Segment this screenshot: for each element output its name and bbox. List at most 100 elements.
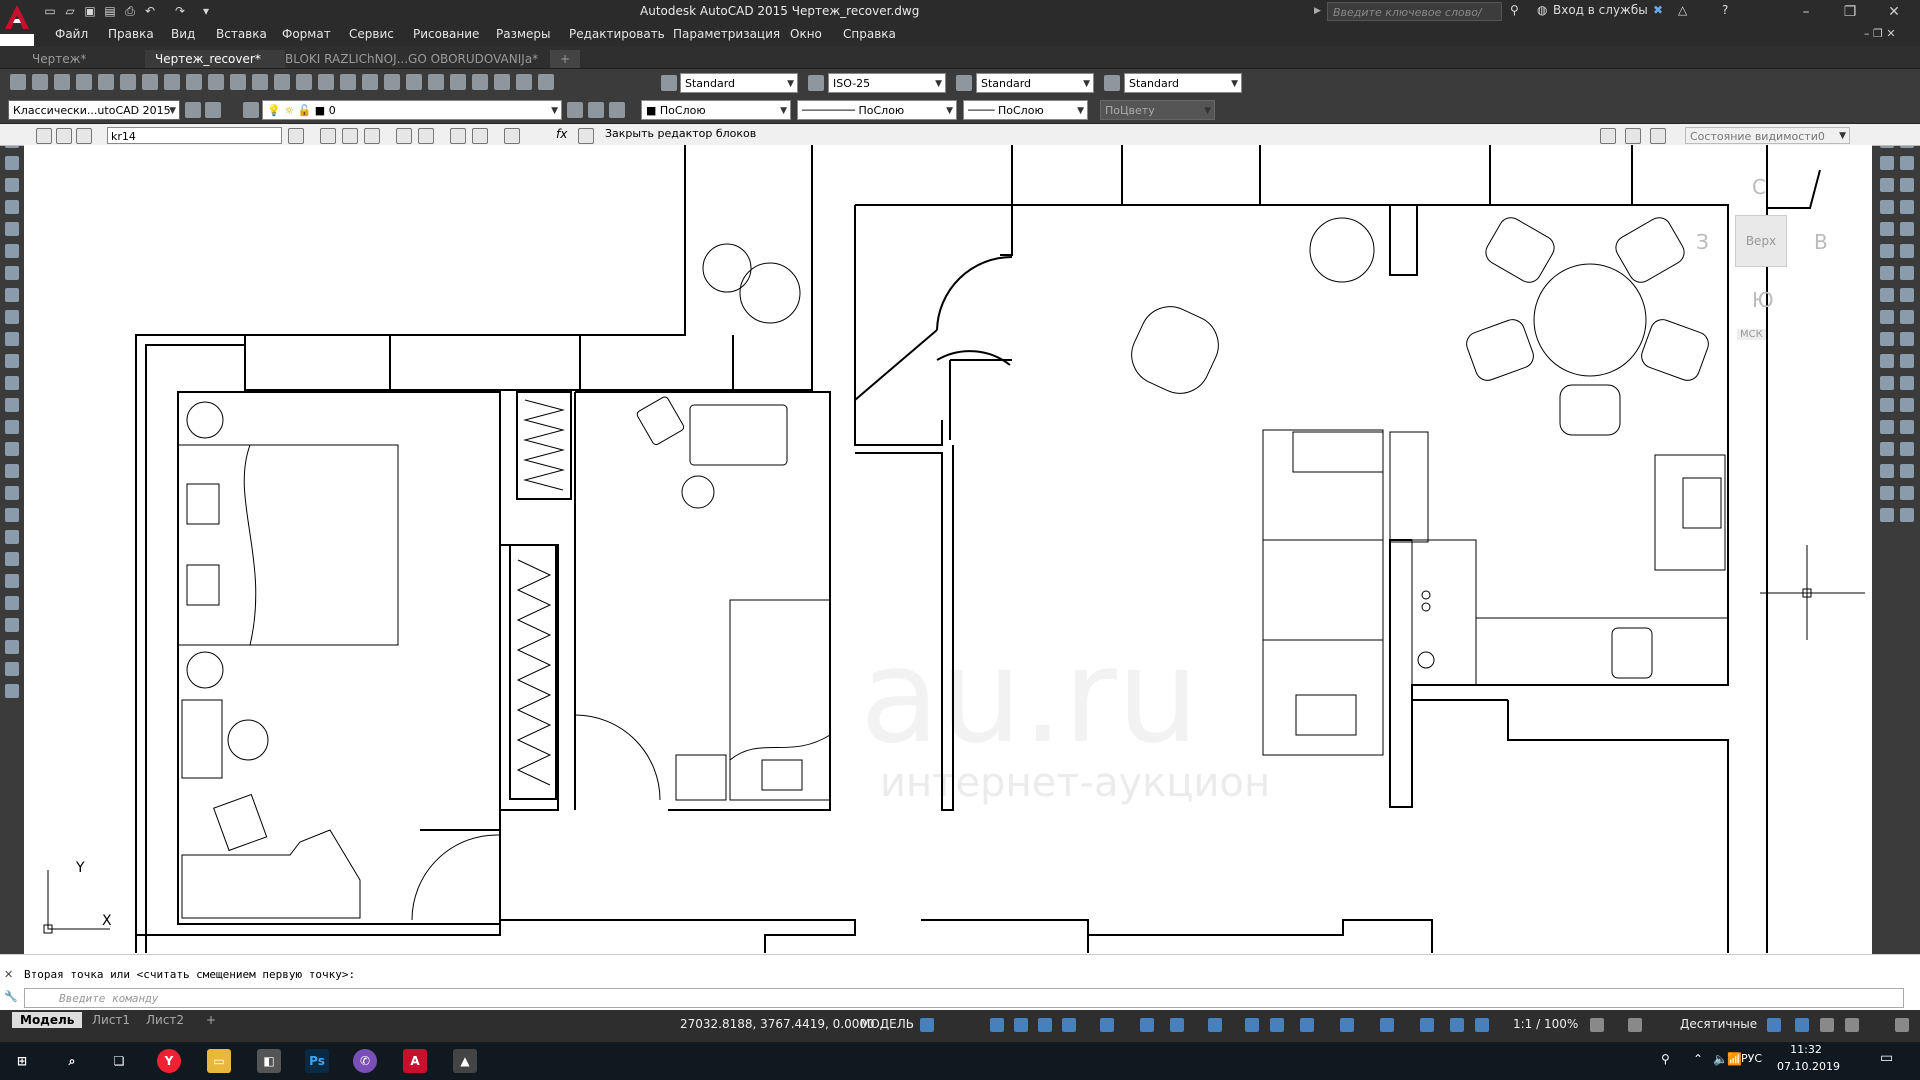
- menu-format[interactable]: Формат: [282, 27, 331, 41]
- drawing-canvas[interactable]: Y X С З В Ю Верх МСК au.ru интернет-аукц…: [24, 145, 1872, 953]
- blockedit-icon[interactable]: [252, 74, 268, 90]
- doc-window-controls[interactable]: – ❐ ✕: [1864, 27, 1896, 40]
- menu-draw[interactable]: Рисование: [413, 27, 479, 41]
- open-icon[interactable]: [32, 74, 48, 90]
- function-icon[interactable]: fx: [556, 127, 567, 141]
- autocad-taskbar-icon[interactable]: A: [403, 1049, 427, 1073]
- modify-tool-icon[interactable]: [1900, 222, 1914, 236]
- linetype-select[interactable]: ──────── ПоСлою ▼: [797, 100, 957, 120]
- workspace-select[interactable]: Классически...utoCAD 2015 ▼: [8, 100, 180, 120]
- print-icon[interactable]: [76, 74, 92, 90]
- redo-icon[interactable]: [296, 74, 312, 90]
- modify-tool-icon[interactable]: [1880, 376, 1894, 390]
- network-icon[interactable]: 📶: [1727, 1052, 1742, 1066]
- modify-tool-icon[interactable]: [1900, 266, 1914, 280]
- make-visible-icon[interactable]: [1625, 128, 1641, 144]
- autocad-logo-icon[interactable]: [0, 0, 34, 34]
- draw-tool-icon[interactable]: [5, 596, 19, 610]
- undo-icon[interactable]: [274, 74, 290, 90]
- customization-icon[interactable]: [1895, 1018, 1909, 1032]
- modify-tool-icon[interactable]: [1900, 178, 1914, 192]
- layer-manager-icon[interactable]: [243, 102, 259, 118]
- draw-tool-icon[interactable]: [5, 222, 19, 236]
- draw-tool-icon[interactable]: [5, 156, 19, 170]
- zoom-realtime-icon[interactable]: [340, 74, 356, 90]
- workspace-gear-icon[interactable]: [1590, 1018, 1604, 1032]
- layer-state-icon[interactable]: [609, 102, 625, 118]
- minimize-button[interactable]: –: [1784, 0, 1828, 24]
- modify-tool-icon[interactable]: [1900, 420, 1914, 434]
- tab-drawing-recover[interactable]: Чертеж_recover* ✕: [145, 50, 285, 84]
- modify-tool-icon[interactable]: [1900, 288, 1914, 302]
- modify-tool-icon[interactable]: [1880, 310, 1894, 324]
- tab-drawing[interactable]: Чертеж*: [22, 50, 96, 68]
- pan-icon[interactable]: [318, 74, 334, 90]
- draw-tool-icon[interactable]: [5, 244, 19, 258]
- modify-tool-icon[interactable]: [1900, 442, 1914, 456]
- layer-select[interactable]: 💡 ☼ 🔓 ■ 0 ▼: [262, 100, 562, 120]
- copy-icon[interactable]: [186, 74, 202, 90]
- tab-model[interactable]: Модель: [12, 1012, 83, 1028]
- modify-tool-icon[interactable]: [1880, 398, 1894, 412]
- new-file-icon[interactable]: ▭: [42, 3, 58, 19]
- new-icon[interactable]: [10, 74, 26, 90]
- yandex-browser-icon[interactable]: Y: [157, 1049, 181, 1073]
- search-icon[interactable]: ⌕: [60, 1049, 84, 1073]
- windows-start-icon[interactable]: ⊞: [10, 1049, 34, 1073]
- color-select[interactable]: ■ ПоСлою ▼: [641, 100, 791, 120]
- draw-tool-icon[interactable]: [5, 354, 19, 368]
- add-layout-icon[interactable]: +: [198, 1012, 224, 1028]
- task-view-icon[interactable]: ❏: [107, 1049, 131, 1073]
- tray-expand-icon[interactable]: ⌃: [1693, 1052, 1703, 1066]
- open-file-icon[interactable]: ▱: [62, 3, 78, 19]
- draw-tool-icon[interactable]: [5, 574, 19, 588]
- close-block-editor-button[interactable]: Закрыть редактор блоков: [605, 127, 756, 140]
- a360-icon[interactable]: △: [1678, 3, 1687, 17]
- modify-tool-icon[interactable]: [1900, 244, 1914, 258]
- isolate-objects-icon[interactable]: [1820, 1018, 1834, 1032]
- menu-view[interactable]: Вид: [171, 27, 195, 41]
- dim-style-icon[interactable]: [808, 75, 824, 91]
- modify-tool-icon[interactable]: [1900, 486, 1914, 500]
- modify-tool-icon[interactable]: [1900, 156, 1914, 170]
- parameter-icon[interactable]: [342, 128, 358, 144]
- close-command-icon[interactable]: ✕: [4, 968, 13, 981]
- sheet-set-icon[interactable]: [472, 74, 488, 90]
- maximize-button[interactable]: ❐: [1828, 0, 1872, 24]
- viber-icon[interactable]: ✆: [353, 1049, 377, 1073]
- make-invisible-icon[interactable]: [1650, 128, 1666, 144]
- new-tab-icon[interactable]: +: [550, 50, 580, 68]
- coordinates-readout[interactable]: 27032.8188, 3767.4419, 0.0000: [680, 1017, 875, 1031]
- modify-tool-icon[interactable]: [1880, 222, 1894, 236]
- menu-edit[interactable]: Правка: [108, 27, 154, 41]
- modify-tool-icon[interactable]: [1900, 398, 1914, 412]
- modify-tool-icon[interactable]: [1880, 266, 1894, 280]
- clock-time[interactable]: 11:32: [1777, 1043, 1835, 1056]
- layer-properties-icon[interactable]: [205, 102, 221, 118]
- draw-tool-icon[interactable]: [5, 442, 19, 456]
- search-expand-icon[interactable]: ▶: [1314, 6, 1321, 16]
- properties-icon[interactable]: [406, 74, 422, 90]
- block-name-field[interactable]: kr14: [107, 127, 282, 144]
- draw-tool-icon[interactable]: [5, 508, 19, 522]
- binoculars-icon[interactable]: ⚲: [1510, 3, 1519, 17]
- close-window-button[interactable]: ✕: [1872, 0, 1916, 24]
- infer-icon[interactable]: [1014, 1018, 1028, 1032]
- quick-access-dropdown-icon[interactable]: ▾: [198, 3, 214, 19]
- modify-tool-icon[interactable]: [1880, 464, 1894, 478]
- publish-icon[interactable]: [120, 74, 136, 90]
- menu-insert[interactable]: Вставка: [216, 27, 267, 41]
- paste-icon[interactable]: [208, 74, 224, 90]
- modify-tool-icon[interactable]: [1900, 310, 1914, 324]
- annotation-visibility-icon[interactable]: [1450, 1018, 1464, 1032]
- dim-style-select[interactable]: ISO-25 ▼: [828, 73, 946, 93]
- redo-icon[interactable]: ↷: [172, 3, 188, 19]
- modify-tool-icon[interactable]: [1880, 156, 1894, 170]
- draw-tool-icon[interactable]: [5, 200, 19, 214]
- properties-icon[interactable]: [504, 128, 520, 144]
- draw-tool-icon[interactable]: [5, 640, 19, 654]
- markup-icon[interactable]: [494, 74, 510, 90]
- save-icon[interactable]: ▣: [82, 3, 98, 19]
- modify-tool-icon[interactable]: [1880, 200, 1894, 214]
- draw-tool-icon[interactable]: [5, 662, 19, 676]
